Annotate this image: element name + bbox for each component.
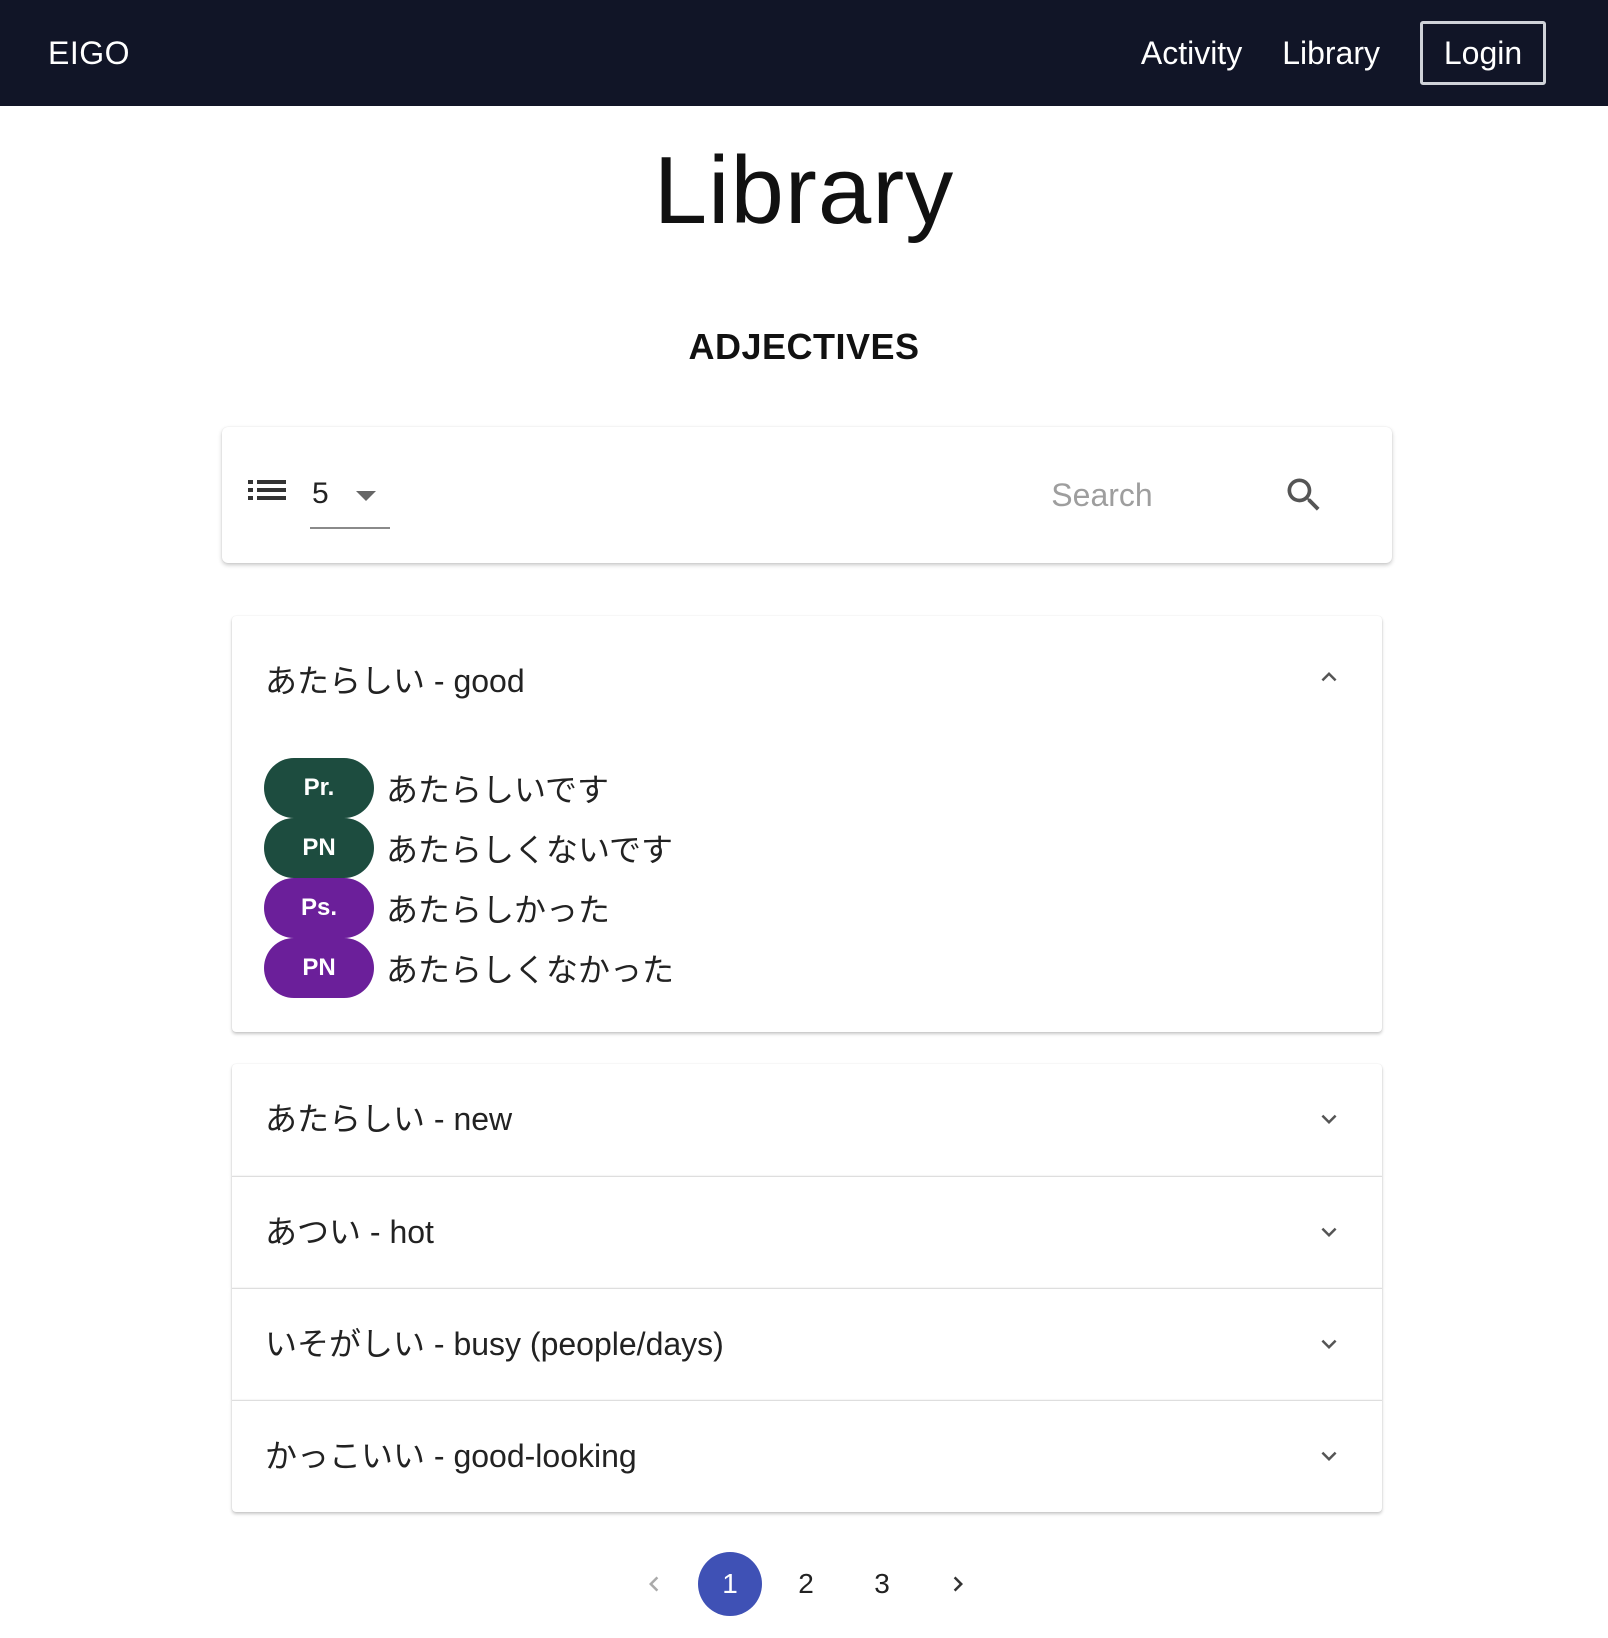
word-entry-title: いそがしい - busy (people/days) bbox=[265, 1326, 724, 1362]
section-title: ADJECTIVES bbox=[688, 326, 920, 367]
word-entry: かっこいい - good-looking bbox=[232, 1400, 1382, 1512]
page-button-2[interactable]: 2 bbox=[774, 1552, 838, 1616]
per-page-select[interactable]: 5 bbox=[310, 473, 390, 529]
word-entry-title: あたらしい - new bbox=[265, 1101, 513, 1137]
conjugation-text: あたらしかった bbox=[386, 892, 611, 928]
chevron-down-icon bbox=[1321, 1339, 1337, 1349]
chevron-right-icon bbox=[953, 1576, 963, 1592]
conjugation-text: あたらしくないです bbox=[386, 832, 674, 868]
page-button-1[interactable]: 1 bbox=[698, 1552, 762, 1616]
tense-badge: PN bbox=[264, 818, 374, 878]
prev-page-button[interactable] bbox=[622, 1552, 686, 1616]
word-entry-title: かっこいい - good-looking bbox=[265, 1438, 637, 1474]
caret-down-icon bbox=[356, 491, 376, 501]
list-icon bbox=[248, 480, 286, 500]
conjugation-list: Pr. あたらしいです PN あたらしくないです Ps. あたらしかった PN … bbox=[264, 758, 674, 998]
word-entry-header[interactable]: あたらしい - good bbox=[232, 616, 1382, 746]
page-title: Library bbox=[653, 137, 955, 244]
pagination: 1 2 3 bbox=[0, 1552, 1608, 1616]
page-button-3[interactable]: 3 bbox=[850, 1552, 914, 1616]
search-input[interactable] bbox=[922, 467, 1282, 523]
word-entry-header[interactable]: あつい - hot bbox=[232, 1177, 1382, 1289]
word-entry-title: あつい - hot bbox=[265, 1214, 434, 1250]
conjugation-row: Ps. あたらしかった bbox=[264, 878, 674, 938]
next-page-button[interactable] bbox=[926, 1552, 990, 1616]
word-list: あたらしい - good Pr. あたらしいです PN あたらしくないです Ps… bbox=[232, 616, 1382, 1512]
conjugation-row: Pr. あたらしいです bbox=[264, 758, 674, 818]
conjugation-text: あたらしくなかった bbox=[386, 952, 675, 988]
login-button[interactable]: Login bbox=[1420, 21, 1546, 85]
word-entry-expanded: あたらしい - good Pr. あたらしいです PN あたらしくないです Ps… bbox=[232, 616, 1382, 1032]
conjugation-text: あたらしいです bbox=[386, 772, 610, 808]
word-entry: いそがしい - busy (people/days) bbox=[232, 1288, 1382, 1400]
per-page-value: 5 bbox=[312, 477, 329, 510]
top-navbar: EIGO Activity Library Login bbox=[0, 0, 1608, 106]
tense-badge: Ps. bbox=[264, 878, 374, 938]
chevron-left-icon bbox=[649, 1576, 659, 1592]
word-entry-title: あたらしい - good bbox=[265, 663, 525, 699]
word-entry: あたらしい - new bbox=[232, 1064, 1382, 1176]
chevron-down-icon bbox=[1321, 1451, 1337, 1461]
search-icon[interactable] bbox=[1282, 473, 1326, 517]
nav-link-activity[interactable]: Activity bbox=[1141, 35, 1242, 72]
library-toolbar: 5 bbox=[222, 427, 1392, 563]
chevron-down-icon bbox=[1321, 1227, 1337, 1237]
chevron-up-icon bbox=[1321, 672, 1337, 682]
nav-link-library[interactable]: Library bbox=[1282, 35, 1380, 72]
tense-badge: PN bbox=[264, 938, 374, 998]
brand-logo[interactable]: EIGO bbox=[48, 35, 130, 72]
nav-links: Activity Library Login bbox=[1101, 21, 1560, 85]
chevron-down-icon bbox=[1321, 1114, 1337, 1124]
word-entry: あつい - hot bbox=[232, 1176, 1382, 1288]
word-entry-header[interactable]: かっこいい - good-looking bbox=[232, 1401, 1382, 1513]
word-entry-header[interactable]: あたらしい - new bbox=[232, 1064, 1382, 1176]
conjugation-row: PN あたらしくなかった bbox=[264, 938, 674, 998]
conjugation-row: PN あたらしくないです bbox=[264, 818, 674, 878]
tense-badge: Pr. bbox=[264, 758, 374, 818]
word-entry-header[interactable]: いそがしい - busy (people/days) bbox=[232, 1289, 1382, 1401]
